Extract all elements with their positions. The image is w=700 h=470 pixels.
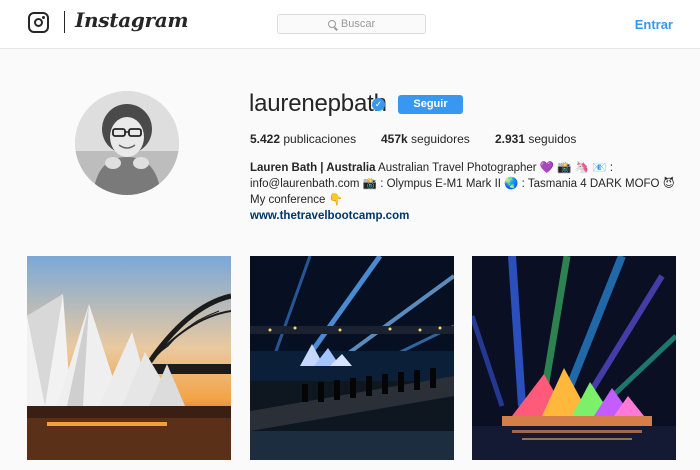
post-thumbnail[interactable]	[250, 256, 454, 460]
post-image-vivid-lasers	[250, 256, 454, 460]
logo-divider	[64, 11, 65, 33]
verified-badge-icon: ✓	[372, 98, 385, 111]
follow-button[interactable]: Seguir	[398, 95, 463, 114]
top-nav-bar: Instagram Buscar Entrar	[0, 0, 700, 49]
post-image-sunset-opera-house	[27, 256, 231, 460]
login-link[interactable]: Entrar	[635, 17, 673, 32]
post-thumbnail[interactable]	[27, 256, 231, 460]
posts-label: publicaciones	[283, 132, 357, 146]
avatar-photo	[75, 91, 179, 195]
following-count: 2.931	[495, 132, 526, 146]
instagram-camera-icon[interactable]	[28, 12, 49, 33]
followers-stat[interactable]: 457k seguidores	[381, 132, 470, 146]
search-icon	[327, 20, 336, 28]
instagram-wordmark-logo[interactable]: Instagram	[75, 8, 189, 32]
post-image-opera-house-lights	[472, 256, 676, 460]
profile-website-link[interactable]: www.thetravelbootcamp.com	[250, 210, 409, 222]
bio-full-name: Lauren Bath | Australia	[250, 162, 376, 174]
search-placeholder: Buscar	[340, 18, 376, 30]
following-stat[interactable]: 2.931 seguidos	[495, 132, 576, 146]
post-thumbnail[interactable]	[472, 256, 676, 460]
following-label: seguidos	[528, 132, 577, 146]
posts-count: 5.422	[250, 132, 281, 146]
followers-count: 457k	[381, 132, 408, 146]
followers-label: seguidores	[411, 132, 470, 146]
search-input[interactable]: Buscar	[277, 14, 426, 34]
posts-stat[interactable]: 5.422 publicaciones	[250, 132, 356, 146]
profile-bio: Lauren Bath | Australia Australian Trave…	[250, 160, 690, 208]
profile-username: laurenepbath	[249, 90, 387, 117]
profile-avatar	[75, 91, 179, 195]
